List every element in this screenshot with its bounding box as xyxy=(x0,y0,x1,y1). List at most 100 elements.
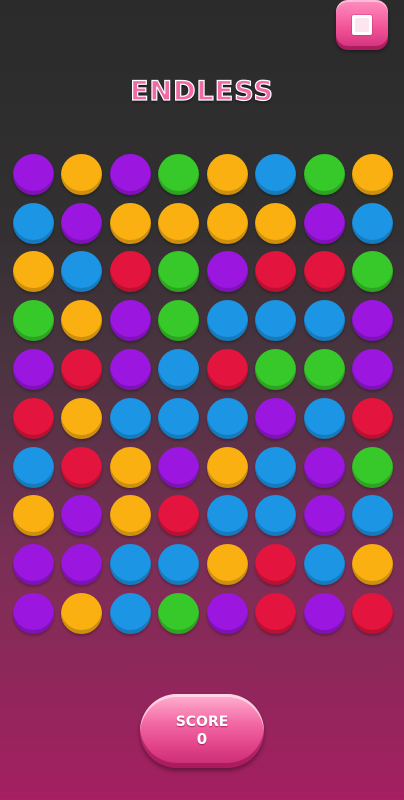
blue-dot[interactable] xyxy=(158,544,200,586)
purple-dot[interactable] xyxy=(61,495,103,537)
red-dot[interactable] xyxy=(206,349,248,391)
board-cell xyxy=(300,492,349,541)
orange-dot[interactable] xyxy=(206,446,248,488)
purple-dot[interactable] xyxy=(352,349,394,391)
orange-dot[interactable] xyxy=(61,593,103,635)
orange-dot[interactable] xyxy=(109,202,151,244)
blue-dot[interactable] xyxy=(255,300,297,342)
green-dot[interactable] xyxy=(12,300,54,342)
green-dot[interactable] xyxy=(158,153,200,195)
purple-dot[interactable] xyxy=(303,593,345,635)
purple-dot[interactable] xyxy=(12,349,54,391)
blue-dot[interactable] xyxy=(206,495,248,537)
blue-dot[interactable] xyxy=(109,544,151,586)
board-cell xyxy=(9,492,58,541)
board-cell xyxy=(203,296,252,345)
green-dot[interactable] xyxy=(352,251,394,293)
blue-dot[interactable] xyxy=(109,593,151,635)
board-row xyxy=(9,248,397,297)
board-cell xyxy=(9,540,58,589)
red-dot[interactable] xyxy=(61,349,103,391)
red-dot[interactable] xyxy=(352,593,394,635)
board-cell xyxy=(300,199,349,248)
purple-dot[interactable] xyxy=(303,202,345,244)
orange-dot[interactable] xyxy=(206,202,248,244)
orange-dot[interactable] xyxy=(352,153,394,195)
blue-dot[interactable] xyxy=(303,544,345,586)
green-dot[interactable] xyxy=(158,300,200,342)
orange-dot[interactable] xyxy=(61,153,103,195)
stop-square-icon xyxy=(352,15,372,35)
green-dot[interactable] xyxy=(158,251,200,293)
blue-dot[interactable] xyxy=(255,495,297,537)
blue-dot[interactable] xyxy=(206,397,248,439)
blue-dot[interactable] xyxy=(158,397,200,439)
purple-dot[interactable] xyxy=(255,397,297,439)
green-dot[interactable] xyxy=(303,349,345,391)
purple-dot[interactable] xyxy=(158,446,200,488)
purple-dot[interactable] xyxy=(206,593,248,635)
board-row xyxy=(9,394,397,443)
orange-dot[interactable] xyxy=(206,153,248,195)
board-cell xyxy=(349,248,398,297)
red-dot[interactable] xyxy=(352,397,394,439)
red-dot[interactable] xyxy=(303,251,345,293)
board-cell xyxy=(106,199,155,248)
board-cell xyxy=(155,296,204,345)
orange-dot[interactable] xyxy=(158,202,200,244)
purple-dot[interactable] xyxy=(12,593,54,635)
blue-dot[interactable] xyxy=(255,153,297,195)
board-cell xyxy=(106,248,155,297)
green-dot[interactable] xyxy=(303,153,345,195)
mode-title: ENDLESS xyxy=(130,75,274,107)
blue-dot[interactable] xyxy=(12,446,54,488)
blue-dot[interactable] xyxy=(206,300,248,342)
blue-dot[interactable] xyxy=(109,397,151,439)
purple-dot[interactable] xyxy=(61,544,103,586)
blue-dot[interactable] xyxy=(303,300,345,342)
red-dot[interactable] xyxy=(12,397,54,439)
board-cell xyxy=(252,394,301,443)
red-dot[interactable] xyxy=(158,495,200,537)
blue-dot[interactable] xyxy=(352,495,394,537)
green-dot[interactable] xyxy=(255,349,297,391)
orange-dot[interactable] xyxy=(255,202,297,244)
orange-dot[interactable] xyxy=(12,495,54,537)
green-dot[interactable] xyxy=(158,593,200,635)
board-cell xyxy=(252,589,301,638)
orange-dot[interactable] xyxy=(109,446,151,488)
board-row xyxy=(9,540,397,589)
green-dot[interactable] xyxy=(352,446,394,488)
stop-button[interactable] xyxy=(336,0,388,50)
blue-dot[interactable] xyxy=(352,202,394,244)
blue-dot[interactable] xyxy=(255,446,297,488)
purple-dot[interactable] xyxy=(12,153,54,195)
purple-dot[interactable] xyxy=(303,495,345,537)
orange-dot[interactable] xyxy=(206,544,248,586)
purple-dot[interactable] xyxy=(109,349,151,391)
orange-dot[interactable] xyxy=(61,397,103,439)
red-dot[interactable] xyxy=(255,544,297,586)
red-dot[interactable] xyxy=(255,593,297,635)
blue-dot[interactable] xyxy=(303,397,345,439)
red-dot[interactable] xyxy=(61,446,103,488)
orange-dot[interactable] xyxy=(109,495,151,537)
board-cell xyxy=(155,443,204,492)
purple-dot[interactable] xyxy=(109,300,151,342)
purple-dot[interactable] xyxy=(61,202,103,244)
blue-dot[interactable] xyxy=(12,202,54,244)
purple-dot[interactable] xyxy=(206,251,248,293)
red-dot[interactable] xyxy=(255,251,297,293)
orange-dot[interactable] xyxy=(61,300,103,342)
orange-dot[interactable] xyxy=(352,544,394,586)
blue-dot[interactable] xyxy=(61,251,103,293)
purple-dot[interactable] xyxy=(109,153,151,195)
blue-dot[interactable] xyxy=(158,349,200,391)
orange-dot[interactable] xyxy=(12,251,54,293)
board-cell xyxy=(58,248,107,297)
purple-dot[interactable] xyxy=(12,544,54,586)
board-cell xyxy=(9,248,58,297)
red-dot[interactable] xyxy=(109,251,151,293)
purple-dot[interactable] xyxy=(303,446,345,488)
purple-dot[interactable] xyxy=(352,300,394,342)
